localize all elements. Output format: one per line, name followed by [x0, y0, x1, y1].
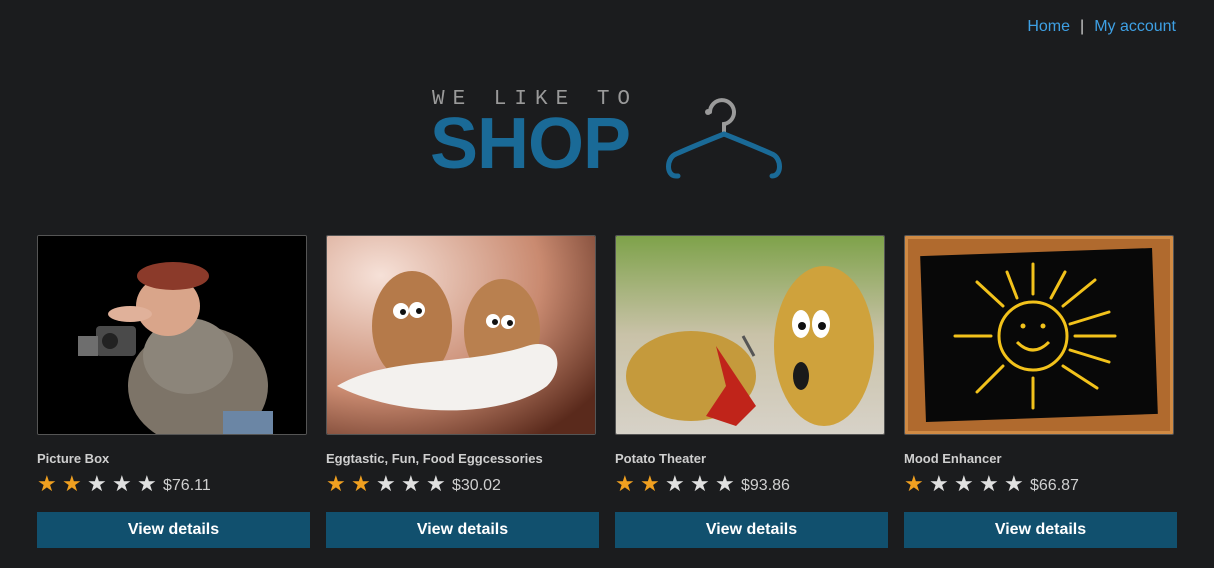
product-price: $30.02 — [452, 477, 501, 494]
my-account-link[interactable]: My account — [1094, 18, 1176, 35]
star-filled-icon: ★ — [37, 471, 57, 496]
nav-separator: | — [1080, 18, 1085, 35]
product-price: $76.11 — [163, 477, 211, 494]
star-filled-icon: ★ — [615, 471, 635, 496]
product-price: $93.86 — [741, 477, 790, 494]
hanger-icon — [666, 98, 782, 179]
product-price: $66.87 — [1030, 477, 1079, 494]
product-name: Potato Theater — [615, 451, 707, 466]
home-link[interactable]: Home — [1027, 18, 1070, 35]
star-filled-icon: ★ — [351, 471, 371, 496]
product-grid: Picture Box ★ ★ ★ ★ ★ $76.11 View detail… — [37, 235, 1178, 548]
product-card: Picture Box ★ ★ ★ ★ ★ $76.11 View detail… — [37, 235, 311, 548]
top-nav: Home | My account — [1027, 18, 1176, 36]
view-details-button[interactable]: View details — [37, 512, 310, 548]
star-empty-icon: ★ — [112, 471, 132, 496]
product-rating: ★ ★ ★ ★ ★ $66.87 — [904, 472, 1178, 496]
star-empty-icon: ★ — [690, 471, 710, 496]
product-name: Picture Box — [37, 451, 110, 466]
star-empty-icon: ★ — [87, 471, 107, 496]
star-filled-icon: ★ — [904, 471, 924, 496]
product-card: Eggtastic, Fun, Food Eggcessories ★ ★ ★ … — [326, 235, 600, 548]
star-empty-icon: ★ — [1004, 471, 1024, 496]
product-image-sun-chalkboard[interactable] — [904, 235, 1174, 435]
product-image-eggs[interactable] — [326, 235, 596, 435]
site-logo[interactable]: WE LIKE TO SHOP — [430, 88, 786, 188]
product-card: Mood Enhancer ★ ★ ★ ★ ★ $66.87 View deta… — [904, 235, 1178, 548]
logo-wordmark: SHOP — [430, 104, 631, 184]
view-details-button[interactable]: View details — [326, 512, 599, 548]
star-empty-icon: ★ — [137, 471, 157, 496]
star-empty-icon: ★ — [715, 471, 735, 496]
product-image-photographer[interactable] — [37, 235, 307, 435]
star-empty-icon: ★ — [954, 471, 974, 496]
product-card: Potato Theater ★ ★ ★ ★ ★ $93.86 View det… — [615, 235, 889, 548]
product-name: Eggtastic, Fun, Food Eggcessories — [326, 451, 543, 466]
star-empty-icon: ★ — [929, 471, 949, 496]
product-rating: ★ ★ ★ ★ ★ $30.02 — [326, 472, 600, 496]
star-empty-icon: ★ — [401, 471, 421, 496]
star-filled-icon: ★ — [640, 471, 660, 496]
view-details-button[interactable]: View details — [904, 512, 1177, 548]
product-name: Mood Enhancer — [904, 451, 1002, 466]
star-filled-icon: ★ — [62, 471, 82, 496]
product-rating: ★ ★ ★ ★ ★ $93.86 — [615, 472, 889, 496]
star-filled-icon: ★ — [326, 471, 346, 496]
star-empty-icon: ★ — [426, 471, 446, 496]
star-empty-icon: ★ — [376, 471, 396, 496]
star-empty-icon: ★ — [979, 471, 999, 496]
product-rating: ★ ★ ★ ★ ★ $76.11 — [37, 472, 311, 496]
product-image-potatoes[interactable] — [615, 235, 885, 435]
view-details-button[interactable]: View details — [615, 512, 888, 548]
star-empty-icon: ★ — [665, 471, 685, 496]
